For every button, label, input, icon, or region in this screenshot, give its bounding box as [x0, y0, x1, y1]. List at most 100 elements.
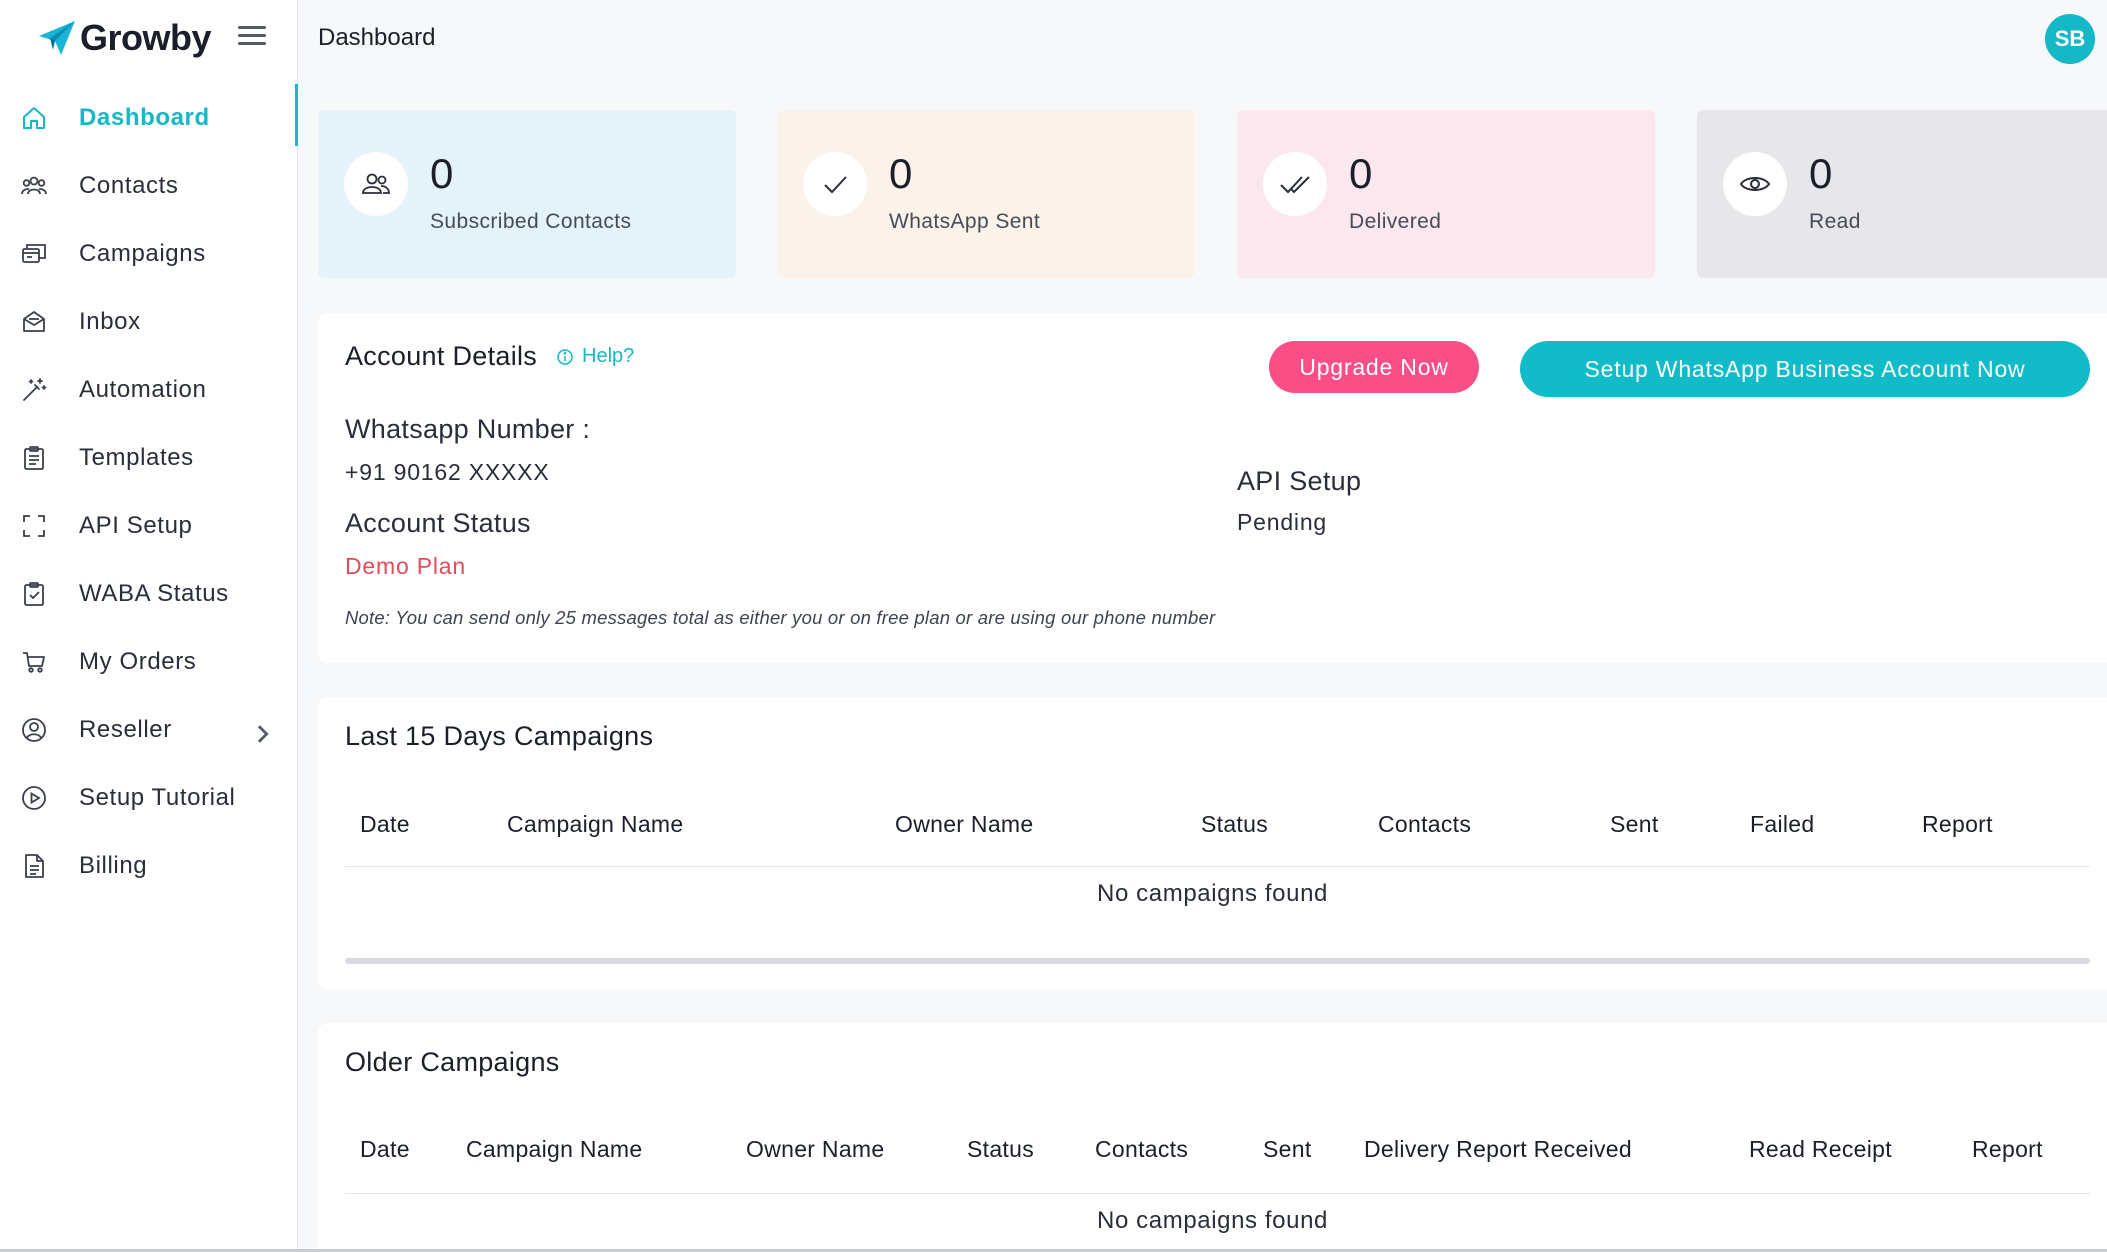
sidebar-item-waba-status[interactable]: WABA Status [0, 560, 298, 628]
campaigns-icon [22, 244, 46, 263]
stat-value: 0 [889, 150, 913, 197]
sidebar-item-label: API Setup [79, 512, 193, 539]
stat-card-whatsapp-sent: 0 WhatsApp Sent [777, 110, 1195, 278]
stat-icon-wrapper [344, 152, 408, 216]
clipboard-check-icon [24, 582, 44, 606]
sidebar-item-label: Automation [79, 376, 207, 403]
column-header[interactable]: Status [1201, 811, 1268, 838]
stat-icon-wrapper [1263, 152, 1327, 216]
sidebar-item-label: Contacts [79, 172, 179, 199]
older-campaigns-panel: Older Campaigns Date Campaign Name Owner… [318, 1023, 2107, 1252]
brand-name: Growby [80, 17, 212, 58]
page-title: Dashboard [318, 24, 436, 51]
column-header[interactable]: Sent [1610, 811, 1659, 838]
sidebar-item-label: Dashboard [79, 104, 210, 131]
column-header[interactable]: Status [967, 1136, 1034, 1163]
play-circle-icon [22, 786, 46, 810]
stat-value: 0 [1349, 150, 1373, 197]
sidebar-item-label: Billing [79, 852, 148, 879]
stat-label: Subscribed Contacts [430, 210, 632, 233]
sidebar-item-inbox[interactable]: Inbox [0, 288, 298, 356]
stat-card-read: 0 Read [1697, 110, 2107, 278]
whatsapp-number-label: Whatsapp Number : [345, 414, 591, 444]
sidebar-item-automation[interactable]: Automation [0, 356, 298, 424]
stat-value: 0 [430, 150, 454, 197]
chevron-right-icon[interactable] [248, 720, 276, 748]
stat-icon-wrapper [1723, 152, 1787, 216]
sidebar-item-templates[interactable]: Templates [0, 424, 298, 492]
clipboard-icon [24, 446, 44, 470]
section-title: Last 15 Days Campaigns [345, 721, 654, 751]
column-header[interactable]: Delivery Report Received [1364, 1136, 1632, 1163]
document-icon [25, 854, 44, 878]
table-divider [345, 866, 2090, 867]
empty-state: No campaigns found [1097, 880, 1328, 907]
home-icon [23, 107, 45, 129]
check-icon [824, 176, 847, 194]
sidebar-nav: Dashboard Contacts Campaigns Inbox Autom… [0, 84, 298, 900]
sidebar-item-label: My Orders [79, 648, 197, 675]
upgrade-now-button[interactable]: Upgrade Now [1269, 341, 1479, 393]
column-header[interactable]: Owner Name [746, 1136, 884, 1163]
column-header[interactable]: Failed [1750, 811, 1814, 838]
avatar[interactable]: SB [2045, 14, 2095, 64]
horizontal-scrollbar[interactable] [345, 958, 2090, 964]
plan-note: Note: You can send only 25 messages tota… [345, 607, 1216, 628]
sidebar-item-api-setup[interactable]: API Setup [0, 492, 298, 560]
sidebar-item-reseller[interactable]: Reseller [0, 696, 298, 764]
column-header[interactable]: Report [1972, 1136, 2043, 1163]
empty-state: No campaigns found [1097, 1207, 1328, 1234]
sidebar-item-label: Inbox [79, 308, 141, 335]
setup-whatsapp-business-button[interactable]: Setup WhatsApp Business Account Now [1520, 341, 2090, 397]
column-header[interactable]: Read Receipt [1749, 1136, 1892, 1163]
cart-icon [23, 652, 45, 673]
users-icon [362, 173, 390, 194]
sidebar-item-label: Setup Tutorial [79, 784, 236, 811]
magic-wand-icon [23, 378, 47, 401]
sidebar-item-my-orders[interactable]: My Orders [0, 628, 298, 696]
recent-campaigns-panel: Last 15 Days Campaigns Date Campaign Nam… [318, 697, 2107, 990]
stat-value: 0 [1809, 150, 1833, 197]
menu-toggle-icon[interactable] [238, 26, 266, 50]
frame-icon [23, 515, 45, 537]
sidebar-item-label: Templates [79, 444, 194, 471]
column-header[interactable]: Campaign Name [466, 1136, 642, 1163]
whatsapp-number-value: +91 90162 XXXXX [345, 459, 550, 485]
api-setup-value: Pending [1237, 509, 1328, 535]
stat-icon-wrapper [803, 152, 867, 216]
stat-card-delivered: 0 Delivered [1237, 110, 1655, 278]
column-header[interactable]: Contacts [1095, 1136, 1188, 1163]
column-header[interactable]: Sent [1263, 1136, 1312, 1163]
sidebar-item-label: Reseller [79, 716, 172, 743]
help-link[interactable]: Help? [556, 345, 634, 368]
sidebar-item-label: WABA Status [79, 580, 229, 607]
sidebar: Growby Dashboard Contacts Campaigns Inbo… [0, 0, 298, 1252]
double-check-icon [1280, 176, 1310, 194]
api-setup-label: API Setup [1237, 466, 1362, 496]
stat-label: Delivered [1349, 210, 1442, 233]
sidebar-item-dashboard[interactable]: Dashboard [0, 84, 298, 152]
column-header[interactable]: Report [1922, 811, 1993, 838]
column-header[interactable]: Campaign Name [507, 811, 683, 838]
account-details-panel: Account Details Help? Upgrade Now Setup … [318, 313, 2107, 663]
section-title: Account Details [345, 341, 538, 371]
stat-card-subscribed-contacts: 0 Subscribed Contacts [318, 110, 736, 278]
column-header[interactable]: Contacts [1378, 811, 1471, 838]
user-circle-icon [22, 718, 46, 742]
sidebar-item-campaigns[interactable]: Campaigns [0, 220, 298, 288]
column-header[interactable]: Owner Name [895, 811, 1033, 838]
help-label: Help? [582, 345, 635, 367]
sidebar-item-billing[interactable]: Billing [0, 832, 298, 900]
users-icon [21, 176, 47, 195]
brand[interactable]: Growby [36, 16, 212, 60]
sidebar-item-setup-tutorial[interactable]: Setup Tutorial [0, 764, 298, 832]
section-title: Older Campaigns [345, 1047, 560, 1077]
stat-label: Read [1809, 210, 1861, 233]
sidebar-item-contacts[interactable]: Contacts [0, 152, 298, 220]
paper-plane-logo-icon [39, 21, 75, 55]
column-header[interactable]: Date [360, 1136, 410, 1163]
column-header[interactable]: Date [360, 811, 410, 838]
inbox-icon [23, 311, 45, 332]
account-status-label: Account Status [345, 508, 531, 538]
info-icon [557, 348, 573, 365]
